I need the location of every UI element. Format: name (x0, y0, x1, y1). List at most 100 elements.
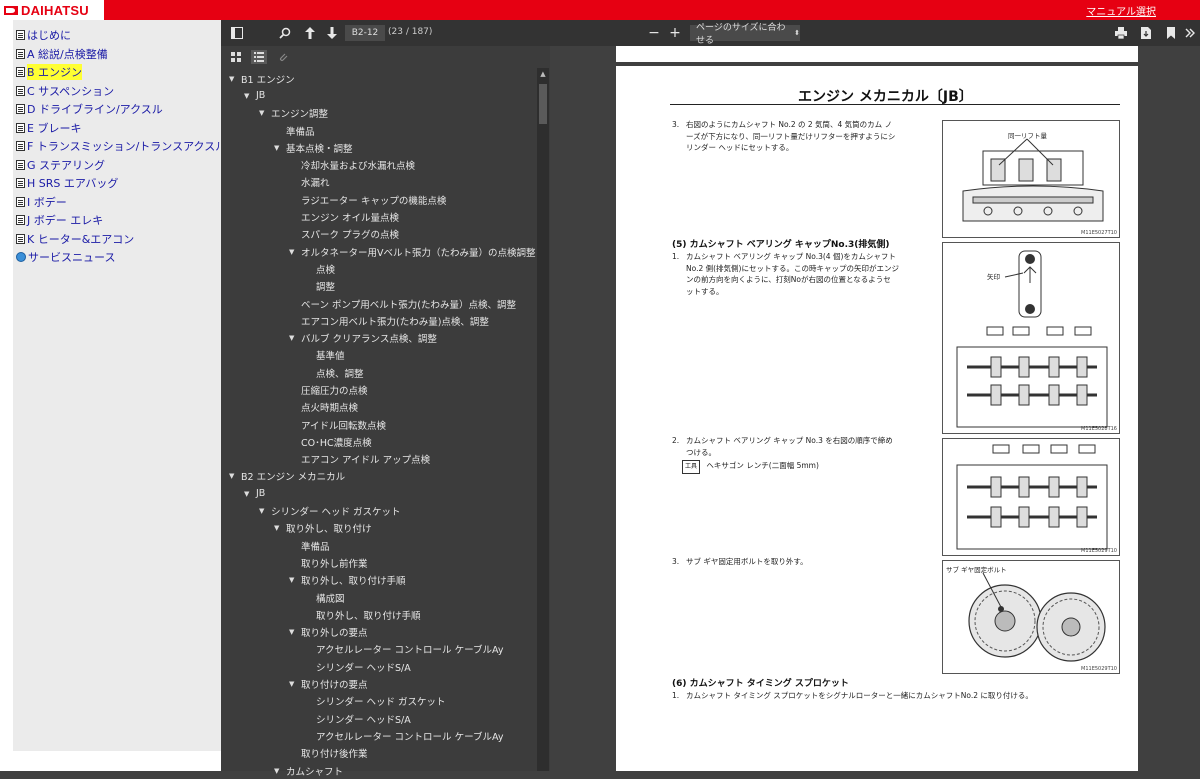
outline-item[interactable]: 取り付け後作業 (221, 745, 537, 762)
chapter-nav-item[interactable]: C サスペンション (16, 82, 226, 101)
chapter-nav-item[interactable]: サービスニュース (16, 248, 226, 267)
page-number-input[interactable]: B2-12 (345, 25, 385, 41)
outline-item[interactable]: エアコン用ベルト張力(たわみ量)点検、調整 (221, 312, 537, 329)
outline-item[interactable]: アクセルレーター コントロール ケーブルAy (221, 727, 537, 744)
expand-triangle-icon[interactable]: ▼ (244, 490, 256, 498)
outline-item[interactable]: ベーン ポンプ用ベルト張力(たわみ量）点検、調整 (221, 295, 537, 312)
expand-triangle-icon[interactable]: ▼ (274, 524, 286, 532)
outline-item[interactable]: ▼ バルブ クリアランス点検、調整 (221, 329, 537, 346)
outline-item[interactable]: シリンダー ヘッド ガスケット (221, 693, 537, 710)
figure-tightening-order: M11E5029T10 (942, 438, 1120, 556)
outline-item[interactable]: スパーク プラグの点検 (221, 226, 537, 243)
outline-item[interactable]: 取り外し前作業 (221, 554, 537, 571)
outline-item[interactable]: 準備品 (221, 537, 537, 554)
outline-item[interactable]: 水漏れ (221, 174, 537, 191)
expand-triangle-icon[interactable]: ▼ (229, 472, 241, 480)
expand-triangle-icon[interactable]: ▼ (229, 75, 241, 83)
outline-item[interactable]: ▼ 取り外し、取り付け (221, 520, 537, 537)
outline-item[interactable]: ▼ 取り外しの要点 (221, 624, 537, 641)
outline-item[interactable]: ▼ 基本点検・調整 (221, 139, 537, 156)
arrow-down-icon (327, 27, 337, 39)
outline-item-label: バルブ クリアランス点検、調整 (301, 334, 437, 346)
doc-icon (16, 196, 25, 207)
step-text-line: カムシャフト ベアリング キャップ No.3 を右図の順序で締め (686, 436, 893, 445)
outline-item[interactable]: ▼ オルタネーター用Vベルト張力（たわみ量）の点検調整 (221, 243, 537, 260)
outline-item[interactable]: ▼ 取り外し、取り付け手順 (221, 572, 537, 589)
chapter-nav-item[interactable]: G ステアリング (16, 156, 226, 175)
outline-item[interactable]: 点検、調整 (221, 364, 537, 381)
outline-item[interactable]: 構成図 (221, 589, 537, 606)
outline-item[interactable]: エンジン オイル量点検 (221, 208, 537, 225)
chevron-updown-icon: ⬍ (794, 29, 800, 37)
outline-item[interactable]: 点検 (221, 260, 537, 277)
outline-item[interactable]: シリンダー ヘッドS/A (221, 710, 537, 727)
scroll-thumb[interactable] (539, 84, 547, 124)
print-button[interactable] (1114, 24, 1128, 42)
expand-triangle-icon[interactable]: ▼ (259, 507, 271, 515)
globe-icon (16, 252, 26, 263)
outline-item-label: 点火時期点検 (301, 403, 359, 415)
chapter-nav-item[interactable]: K ヒーター&エアコン (16, 230, 226, 249)
expand-triangle-icon[interactable]: ▼ (289, 628, 301, 636)
chapter-nav-item[interactable]: A 総説/点検整備 (16, 45, 226, 64)
outline-item[interactable]: ▼ シリンダー ヘッド ガスケット (221, 502, 537, 519)
outline-item[interactable]: 準備品 (221, 122, 537, 139)
outline-item[interactable]: ▼ 取り付けの要点 (221, 675, 537, 692)
outline-item[interactable]: 点火時期点検 (221, 399, 537, 416)
chapter-nav-item[interactable]: I ボデー (16, 193, 226, 212)
outline-item[interactable]: 基準値 (221, 347, 537, 364)
chapter-nav-item[interactable]: はじめに (16, 26, 226, 45)
outline-item[interactable]: 冷却水量および水漏れ点検 (221, 156, 537, 173)
chapter-nav-item[interactable]: F トランスミッション/トランスアクスル (16, 137, 226, 156)
outline-item[interactable]: 取り外し、取り付け手順 (221, 606, 537, 623)
zoom-out-button[interactable]: − (647, 24, 661, 42)
download-button[interactable] (1139, 24, 1153, 42)
outline-item[interactable]: ▼ JB (221, 485, 537, 502)
outline-item-label: エンジン オイル量点検 (301, 213, 400, 225)
outline-item[interactable]: 調整 (221, 278, 537, 295)
outline-item[interactable]: ▼ B1 エンジン (221, 70, 537, 87)
outline-item-label: CO･HC濃度点検 (301, 437, 372, 449)
thumbnail-view-tab[interactable] (228, 50, 244, 64)
outline-item[interactable]: アクセルレーター コントロール ケーブルAy (221, 641, 537, 658)
bookmark-button[interactable] (1164, 24, 1178, 42)
outline-item[interactable]: シリンダー ヘッドS/A (221, 658, 537, 675)
outline-item[interactable]: ▼ B2 エンジン メカニカル (221, 468, 537, 485)
outline-item-label: シリンダー ヘッドS/A (316, 662, 411, 674)
sidebar-toggle-button[interactable] (229, 24, 245, 42)
outline-item[interactable]: ▼ エンジン調整 (221, 105, 537, 122)
outline-item-label: エアコン アイドル アップ点検 (301, 455, 431, 467)
document-page: エンジン メカニカル〔JB〕 3. 右図のようにカムシャフト No.2 の 2 … (616, 66, 1138, 771)
chapter-nav-item[interactable]: J ボデー エレキ (16, 211, 226, 230)
next-page-button[interactable] (325, 24, 339, 42)
expand-triangle-icon[interactable]: ▼ (259, 109, 271, 117)
search-button[interactable] (277, 24, 293, 42)
chapter-nav-item[interactable]: E ブレーキ (16, 119, 226, 138)
zoom-select[interactable]: ページのサイズに合わせる ⬍ (690, 23, 800, 46)
outline-item[interactable]: ラジエーター キャップの機能点検 (221, 191, 537, 208)
expand-triangle-icon[interactable]: ▼ (289, 576, 301, 584)
expand-triangle-icon[interactable]: ▼ (274, 144, 286, 152)
more-tools-button[interactable] (1183, 24, 1197, 42)
outline-item[interactable]: エアコン アイドル アップ点検 (221, 451, 537, 468)
outline-item[interactable]: アイドル回転数点検 (221, 416, 537, 433)
outline-item-label: 点検 (316, 264, 336, 276)
expand-triangle-icon[interactable]: ▼ (244, 92, 256, 100)
expand-triangle-icon[interactable]: ▼ (289, 248, 301, 256)
prev-page-button[interactable] (303, 24, 317, 42)
zoom-in-button[interactable]: + (668, 24, 682, 42)
outline-item[interactable]: ▼ カムシャフト (221, 762, 537, 779)
outline-scrollbar[interactable]: ▲ (537, 68, 549, 771)
chapter-nav-item[interactable]: D ドライブライン/アクスル (16, 100, 226, 119)
scroll-up-arrow-icon[interactable]: ▲ (539, 70, 547, 80)
expand-triangle-icon[interactable]: ▼ (289, 334, 301, 342)
expand-triangle-icon[interactable]: ▼ (289, 680, 301, 688)
chapter-nav-item[interactable]: B エンジン (16, 63, 226, 82)
manual-select-link[interactable]: マニュアル選択 (1086, 3, 1156, 18)
outline-item[interactable]: ▼ JB (221, 87, 537, 104)
chapter-nav-item[interactable]: H SRS エアバッグ (16, 174, 226, 193)
outline-item[interactable]: 圧縮圧力の点検 (221, 381, 537, 398)
attachments-tab[interactable] (275, 50, 291, 64)
outline-view-tab[interactable] (251, 50, 267, 64)
outline-item[interactable]: CO･HC濃度点検 (221, 433, 537, 450)
